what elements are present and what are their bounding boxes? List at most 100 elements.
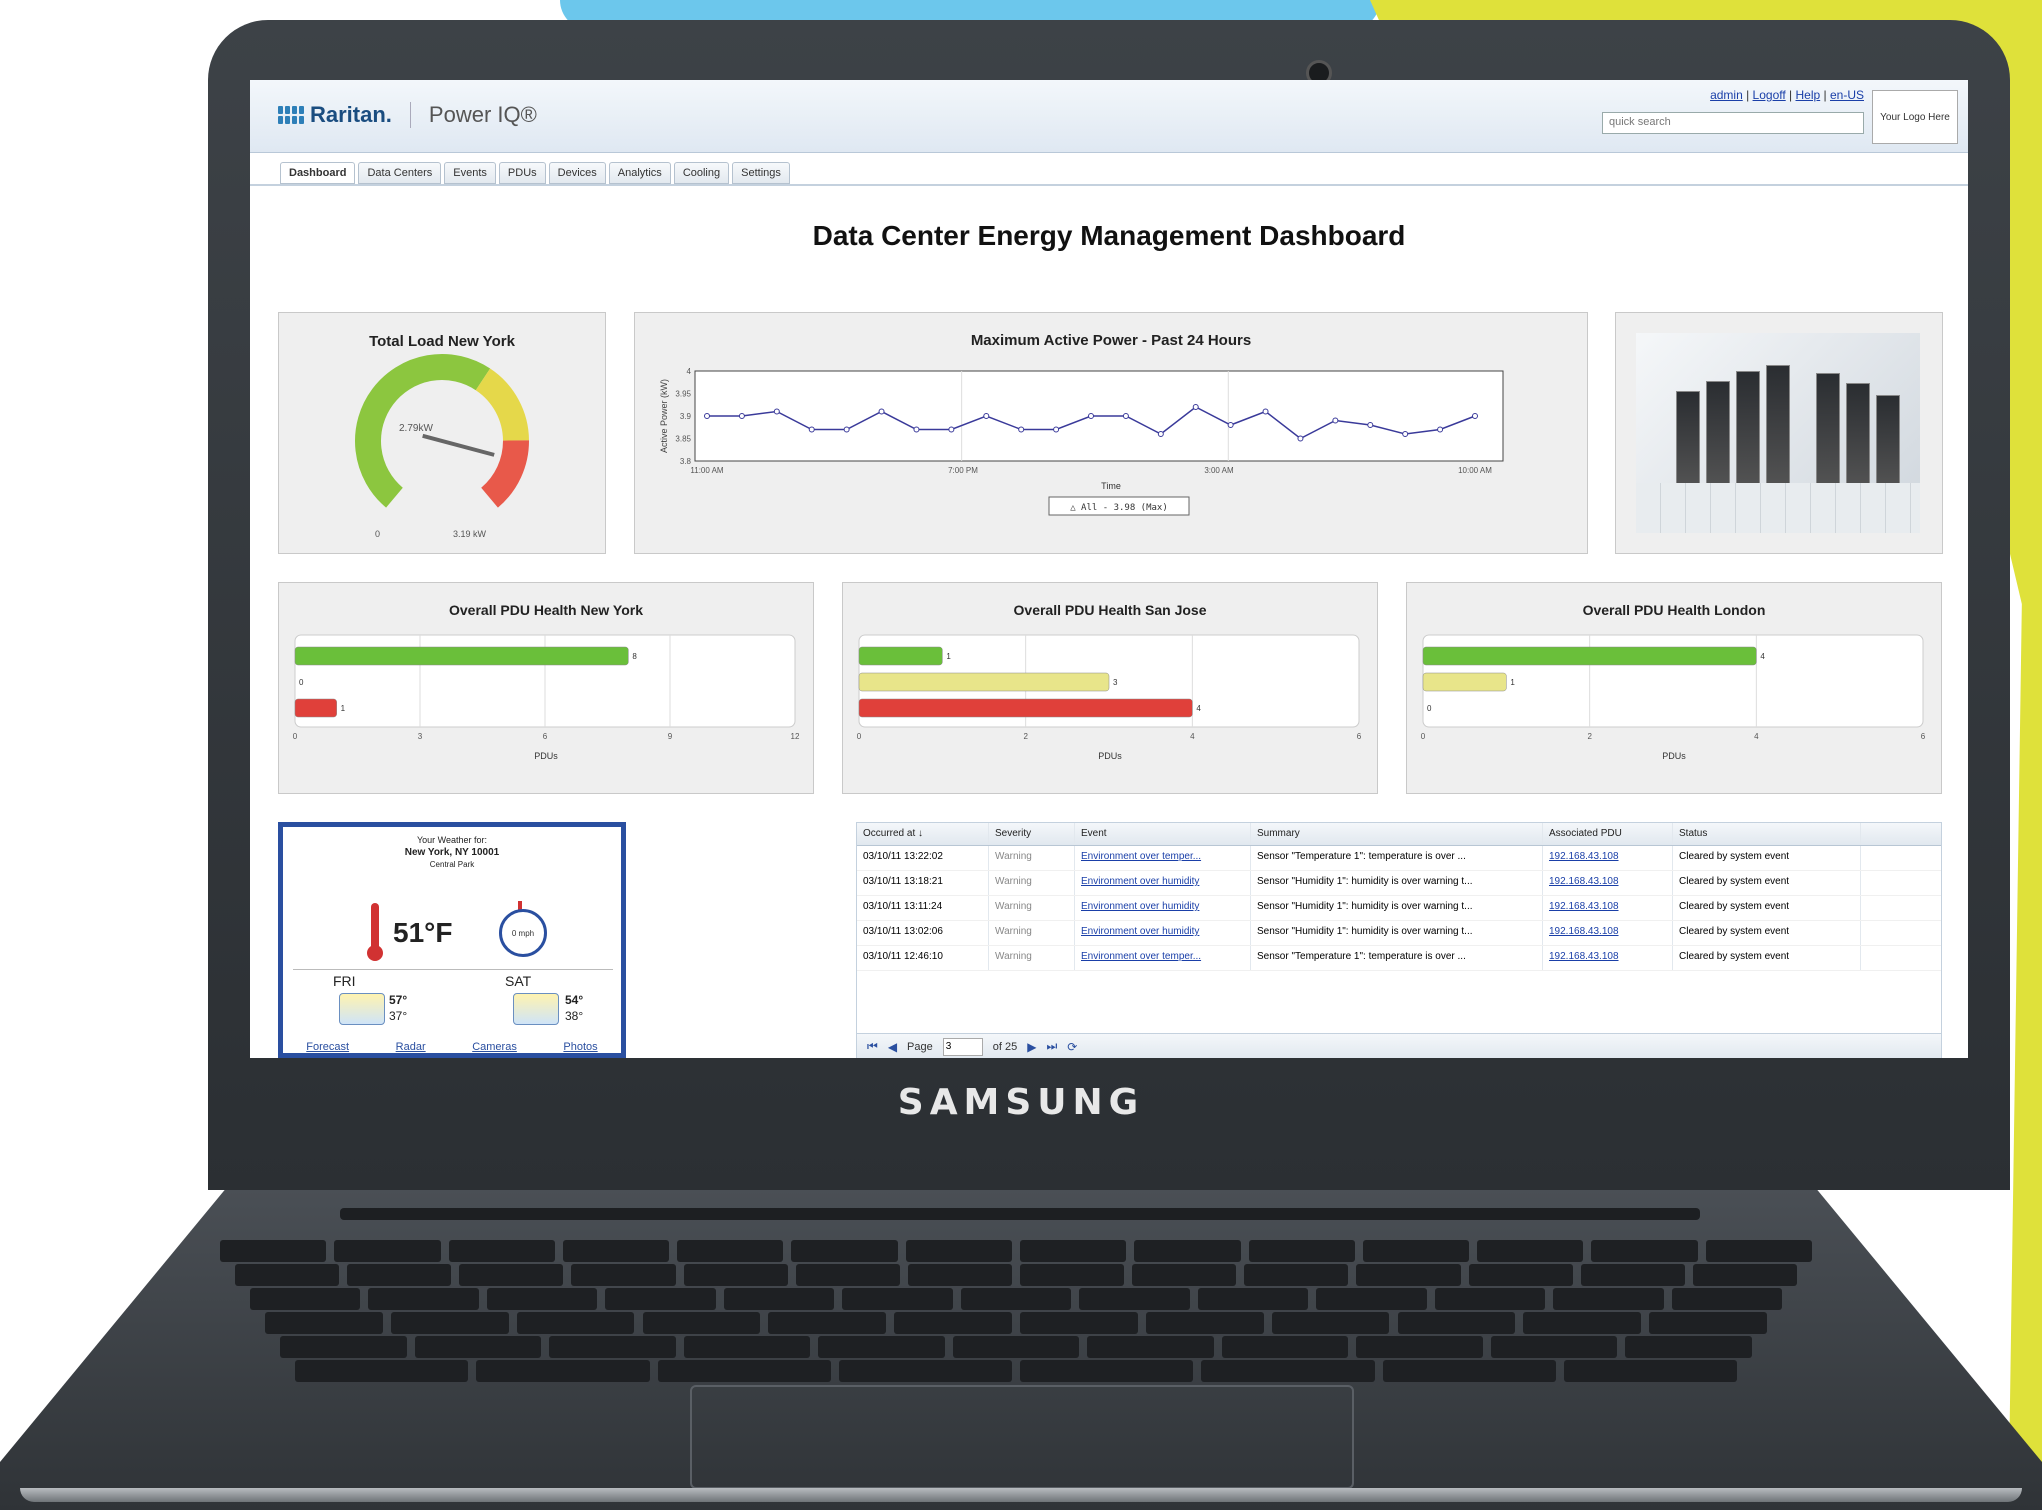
app-header: Raritan. Power IQ® admin | Logoff | Help… [250,80,1968,153]
max-power-chart-panel: Maximum Active Power - Past 24 Hours 3.8 3… [634,312,1588,554]
data-point [1227,422,1234,428]
pdu-link[interactable]: 192.168.43.108 [1543,921,1673,945]
forecast-link[interactable]: Forecast [306,1041,349,1053]
keyboard-key [1382,1360,1556,1382]
status-cell: Cleared by system event [1673,946,1861,970]
column-associated-pdu[interactable]: Associated PDU [1543,823,1673,845]
keyboard-key [1356,1264,1461,1286]
forecast-hi-fri: 57° [389,993,408,1007]
keyboard-key [768,1312,887,1334]
pdu-link[interactable]: 192.168.43.108 [1543,946,1673,970]
table-row[interactable]: 03/10/11 13:11:24 Warning Environment over… [857,896,1941,921]
x-tick-label: 11:00 AM [690,466,724,475]
admin-link[interactable]: admin [1710,88,1743,102]
product-name: Power IQ® [428,102,537,127]
keyboard-key [683,1336,811,1358]
pdu-health-san-jose-chart: Overall PDU Health San Jose 0 2 4 6 1 3 4 PDUs [857,602,1362,761]
tab-pdus[interactable]: PDUs [498,162,546,184]
event-link[interactable]: Environment over temper... [1075,846,1251,870]
tab-dashboard[interactable]: Dashboard [280,162,356,184]
tab-analytics[interactable]: Analytics [608,162,671,184]
raritan-logo-icon [278,106,304,124]
keyboard-key [1020,1240,1127,1262]
server-rack [1736,371,1760,493]
keyboard [200,1240,1840,1390]
x-tick-label: 6 [1357,732,1362,741]
x-tick-label: 6 [543,732,548,741]
tab-data-centers[interactable]: Data Centers [358,162,442,184]
weather-widget: Your Weather for: New York, NY 10001 Cen… [278,822,626,1058]
photos-link[interactable]: Photos [563,1041,597,1053]
column-status[interactable]: Status [1673,823,1861,845]
logoff-link[interactable]: Logoff [1753,88,1786,102]
events-pager: ⏮ ◀ Page of 25 ▶ ⏭ ⟳ [857,1033,1941,1058]
cameras-link[interactable]: Cameras [472,1041,517,1053]
keyboard-key [235,1264,340,1286]
event-link[interactable]: Environment over humidity [1075,921,1251,945]
weather-location: New York, NY 10001 [404,847,500,858]
keyboard-key [1705,1240,1812,1262]
help-link[interactable]: Help [1796,88,1821,102]
first-page-icon[interactable]: ⏮ [867,1039,878,1054]
x-tick-label: 3:00 AM [1204,466,1234,475]
pdu-link[interactable]: 192.168.43.108 [1543,896,1673,920]
event-link[interactable]: Environment over temper... [1075,946,1251,970]
server-rack [1846,383,1870,493]
bar-value-label: 1 [1510,678,1515,687]
brand-logo[interactable]: Raritan. Power IQ® [278,102,537,128]
keyboard-key [657,1360,831,1382]
forecast-lo-fri: 37° [389,1009,408,1023]
data-point [983,413,990,419]
table-row[interactable]: 03/10/11 12:46:10 Warning Environment over… [857,946,1941,971]
keyboard-key [1397,1312,1516,1334]
tab-cooling[interactable]: Cooling [673,162,730,184]
column-summary[interactable]: Summary [1251,823,1543,845]
locale-link[interactable]: en-US [1830,88,1864,102]
event-link[interactable]: Environment over humidity [1075,896,1251,920]
legend-entry: △ All - 3.98 (Max) [1070,503,1168,513]
column-occurred-at[interactable]: Occurred at ↓ [857,823,989,845]
keyboard-key [1563,1360,1737,1382]
pdu-link[interactable]: 192.168.43.108 [1543,871,1673,895]
column-event[interactable]: Event [1075,823,1251,845]
keyboard-key [1523,1312,1642,1334]
health-bar [858,672,1110,692]
tab-settings[interactable]: Settings [732,162,790,184]
keyboard-key [1201,1360,1375,1382]
data-point [773,408,780,415]
severity-cell: Warning [989,946,1075,970]
next-page-icon[interactable]: ▶ [1027,1040,1036,1054]
tab-events[interactable]: Events [444,162,496,184]
health-bar [1422,646,1757,666]
tab-devices[interactable]: Devices [548,162,606,184]
table-row[interactable]: 03/10/11 13:02:06 Warning Environment over… [857,921,1941,946]
keyboard-key [280,1336,407,1358]
page-number-input[interactable] [942,1037,983,1056]
keyboard-key [838,1360,1012,1382]
keyboard-key [459,1264,564,1286]
table-row[interactable]: 03/10/11 13:18:21 Warning Environment over… [857,871,1941,896]
last-page-icon[interactable]: ⏭ [1046,1039,1057,1054]
bar-value-label: 0 [299,678,304,687]
data-point [738,413,745,419]
pdu-link[interactable]: 192.168.43.108 [1543,846,1673,870]
server-rack [1676,391,1700,493]
refresh-icon[interactable]: ⟳ [1067,1040,1077,1054]
keyboard-key [448,1240,555,1262]
severity-cell: Warning [989,871,1075,895]
current-temperature: 51°F [393,917,453,948]
prev-page-icon[interactable]: ◀ [888,1040,897,1054]
event-link[interactable]: Environment over humidity [1075,871,1251,895]
data-point [704,413,710,419]
page-label: Page [907,1040,933,1053]
data-point [1297,435,1304,442]
data-point [1402,431,1409,437]
radar-link[interactable]: Radar [396,1041,426,1053]
column-severity[interactable]: Severity [989,823,1075,845]
quick-search-input[interactable]: quick search [1602,112,1864,134]
table-row[interactable]: 03/10/11 13:22:02 Warning Environment over… [857,846,1941,871]
keyboard-key [791,1240,898,1262]
keyboard-key [295,1360,469,1382]
partly-cloudy-icon [513,993,559,1025]
occurred-at-cell: 03/10/11 13:02:06 [857,921,989,945]
